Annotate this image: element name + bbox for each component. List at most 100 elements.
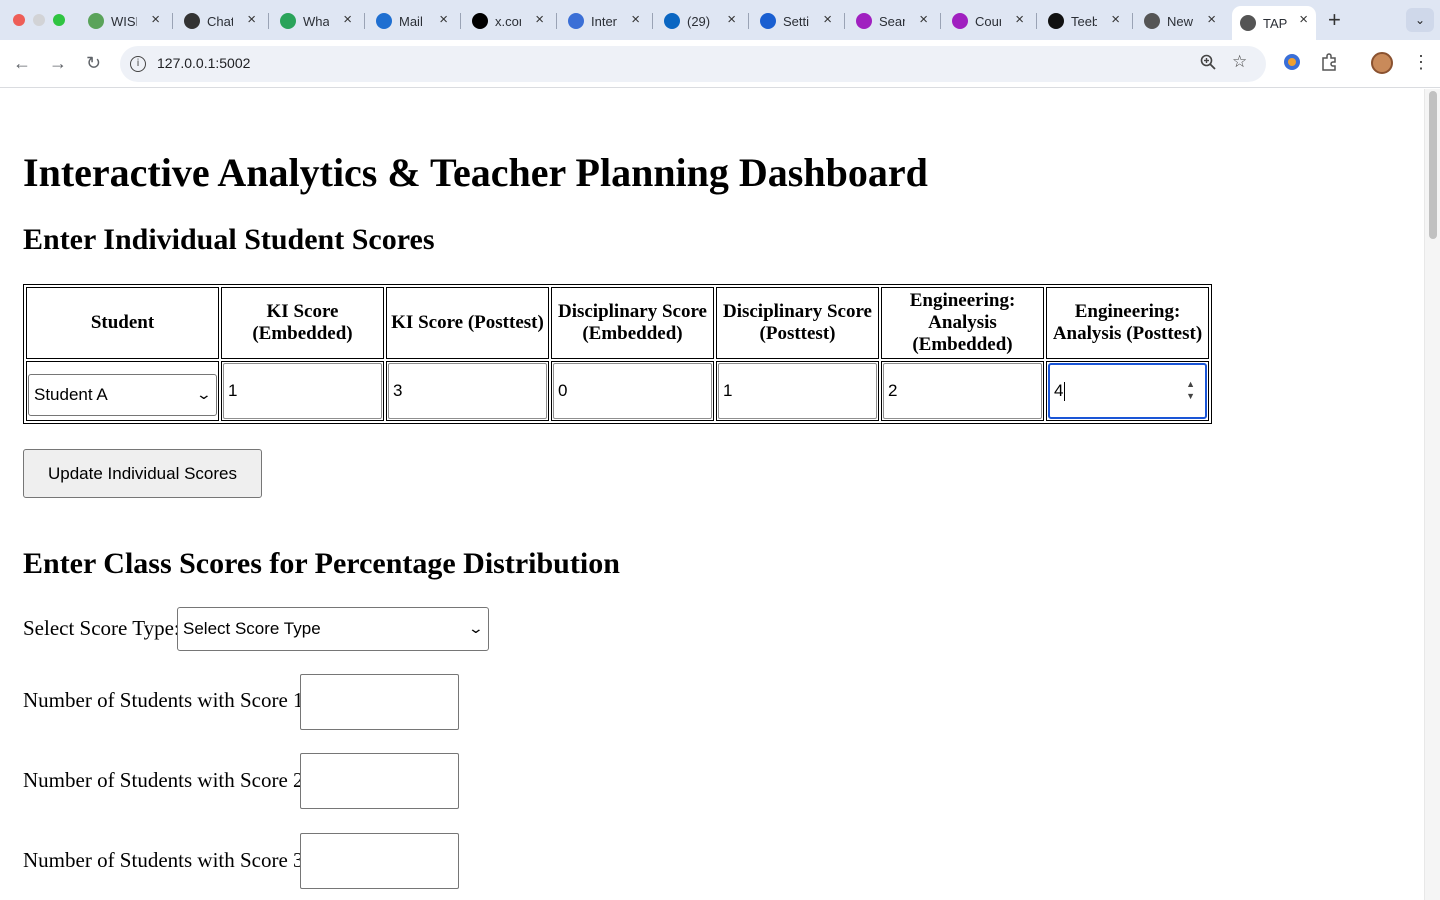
reload-icon[interactable]: ↻ xyxy=(86,53,101,73)
tab-title: Courses xyxy=(975,13,1001,29)
tab-title: (29) xyxy=(687,13,711,29)
close-tab-icon[interactable]: × xyxy=(1207,12,1216,28)
browser-tab[interactable]: WISE × xyxy=(80,6,168,36)
student-select[interactable]: Student A ⌄ xyxy=(28,373,217,416)
disciplinary-embedded-cell: 0 xyxy=(551,361,714,421)
ki-embedded-input[interactable]: 1 xyxy=(223,363,382,419)
page-scrollbar[interactable] xyxy=(1424,89,1440,900)
whatsapp-icon xyxy=(280,13,296,29)
column-header-disciplinary-embedded: Disciplinary Score (Embedded) xyxy=(551,287,714,359)
url-text[interactable]: 127.0.0.1:5002 xyxy=(157,55,250,71)
browser-tab-strip: WISE×ChatGPT×WhatsApp×Mail×x.com×Interne… xyxy=(0,0,1440,40)
score-type-select[interactable]: Select Score Type ⌄ xyxy=(177,607,489,651)
web-icon xyxy=(568,13,584,29)
individual-scores-table: Student KI Score (Embedded) KI Score (Po… xyxy=(23,284,1212,424)
back-icon[interactable]: ← xyxy=(13,53,31,73)
close-tab-icon[interactable]: × xyxy=(151,12,160,28)
browser-tab[interactable]: New × xyxy=(1136,6,1224,36)
score-1-count-input[interactable] xyxy=(300,674,459,730)
column-header-disciplinary-posttest: Disciplinary Score (Posttest) xyxy=(716,287,879,359)
engineering-posttest-cell: 4 ▲ ▼ xyxy=(1046,361,1209,421)
update-individual-scores-button[interactable]: Update Individual Scores xyxy=(23,449,262,498)
engineering-posttest-input[interactable]: 4 ▲ ▼ xyxy=(1048,363,1207,419)
number-spinner-icon[interactable]: ▲ ▼ xyxy=(1186,378,1195,402)
outlook-icon xyxy=(376,13,392,29)
address-bar[interactable]: i 127.0.0.1:5002 ☆ xyxy=(120,46,1266,82)
student-select-value: Student A xyxy=(34,384,108,404)
tab-separator xyxy=(268,13,269,29)
close-tab-icon[interactable]: × xyxy=(919,12,928,28)
tab-title: Settings xyxy=(783,13,809,29)
window-maximize-button[interactable] xyxy=(53,14,65,26)
close-tab-icon[interactable]: × xyxy=(1015,12,1024,28)
browser-tab[interactable]: Internet × xyxy=(560,6,648,36)
engineering-posttest-value: 4 xyxy=(1054,381,1064,400)
browser-tab[interactable]: TAP × xyxy=(1232,6,1316,40)
browser-tab[interactable]: (29) × xyxy=(656,6,744,36)
column-header-ki-embedded: KI Score (Embedded) xyxy=(221,287,384,359)
table-row: Student A ⌄ 1 3 0 1 2 4 ▲ ▼ xyxy=(26,361,1209,421)
class-scores-heading: Enter Class Scores for Percentage Distri… xyxy=(23,547,620,580)
column-header-student: Student xyxy=(26,287,219,359)
browser-tab[interactable]: Courses × xyxy=(944,6,1032,36)
tab-separator xyxy=(460,13,461,29)
tab-separator xyxy=(556,13,557,29)
close-tab-icon[interactable]: × xyxy=(631,12,640,28)
score-2-count-label: Number of Students with Score 2: xyxy=(23,768,310,792)
tab-title: Search xyxy=(879,13,905,29)
close-tab-icon[interactable]: × xyxy=(535,12,544,28)
tab-title: TAP xyxy=(1263,15,1288,31)
tab-separator xyxy=(940,13,941,29)
globe-icon xyxy=(1240,15,1256,31)
tab-separator xyxy=(748,13,749,29)
browser-tab[interactable]: Search × xyxy=(848,6,936,36)
browser-tab[interactable]: Mail × xyxy=(368,6,456,36)
window-close-button[interactable] xyxy=(13,14,25,26)
tab-title: WhatsApp xyxy=(303,13,329,29)
disciplinary-posttest-input[interactable]: 1 xyxy=(718,363,877,419)
browser-tab[interactable]: Settings × xyxy=(752,6,840,36)
score-3-count-input[interactable] xyxy=(300,833,459,889)
tab-separator xyxy=(1036,13,1037,29)
bookmark-star-icon[interactable]: ☆ xyxy=(1232,52,1247,72)
ki-posttest-input[interactable]: 3 xyxy=(388,363,547,419)
disciplinary-embedded-input[interactable]: 0 xyxy=(553,363,712,419)
score-3-count-label: Number of Students with Score 3: xyxy=(23,848,310,872)
score-2-count-input[interactable] xyxy=(300,753,459,809)
engineering-embedded-input[interactable]: 2 xyxy=(883,363,1042,419)
profile-avatar[interactable] xyxy=(1371,52,1393,74)
new-tab-button[interactable]: + xyxy=(1328,9,1341,31)
column-header-engineering-posttest: Engineering: Analysis (Posttest) xyxy=(1046,287,1209,359)
extension-icon[interactable] xyxy=(1283,53,1301,76)
browser-tab[interactable]: ChatGPT × xyxy=(176,6,264,36)
tab-search-button[interactable]: ⌄ xyxy=(1406,8,1434,32)
table-header-row: Student KI Score (Embedded) KI Score (Po… xyxy=(26,287,1209,359)
tab-title: Mail xyxy=(399,13,423,29)
disciplinary-posttest-cell: 1 xyxy=(716,361,879,421)
close-tab-icon[interactable]: × xyxy=(1299,12,1308,28)
browser-tab[interactable]: x.com × xyxy=(464,6,552,36)
extensions-puzzle-icon[interactable] xyxy=(1320,53,1338,76)
close-tab-icon[interactable]: × xyxy=(1111,12,1120,28)
close-tab-icon[interactable]: × xyxy=(247,12,256,28)
tab-title: New xyxy=(1167,13,1193,29)
browser-toolbar: ← → ↻ i 127.0.0.1:5002 ☆ ⋮ xyxy=(0,40,1440,88)
chevron-down-icon: ⌄ xyxy=(195,386,213,403)
browser-menu-icon[interactable]: ⋮ xyxy=(1412,52,1430,72)
close-tab-icon[interactable]: × xyxy=(439,12,448,28)
x-icon xyxy=(472,13,488,29)
forward-icon[interactable]: → xyxy=(49,53,67,73)
site-info-icon[interactable]: i xyxy=(130,56,146,72)
close-tab-icon[interactable]: × xyxy=(727,12,736,28)
browser-tab[interactable]: Teeb × xyxy=(1040,6,1128,36)
window-minimize-button[interactable] xyxy=(33,14,45,26)
close-tab-icon[interactable]: × xyxy=(343,12,352,28)
tab-title: WISE xyxy=(111,13,137,29)
scrollbar-thumb[interactable] xyxy=(1429,91,1437,239)
score-1-count-label: Number of Students with Score 1: xyxy=(23,688,310,712)
browser-tab[interactable]: WhatsApp × xyxy=(272,6,360,36)
close-tab-icon[interactable]: × xyxy=(823,12,832,28)
openai-icon xyxy=(184,13,200,29)
zoom-icon[interactable] xyxy=(1200,54,1216,75)
tab-separator xyxy=(172,13,173,29)
